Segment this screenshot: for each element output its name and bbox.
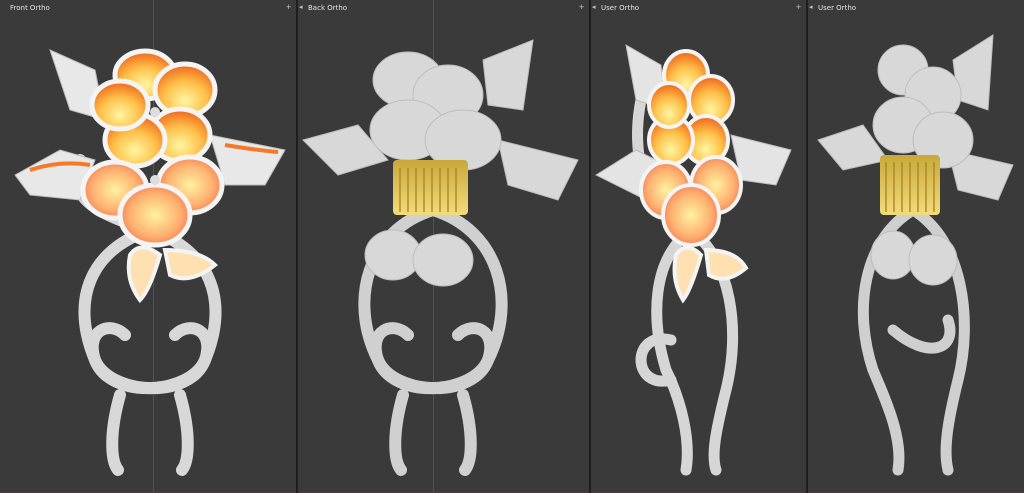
front-model [14,48,286,476]
viewport-front-ortho[interactable]: Front Ortho + [0,0,296,493]
viewport-grid: Front Ortho + ◂ Back Ortho + ◂ User Orth… [0,0,1024,493]
viewport-user-ortho-1[interactable]: ◂ User Ortho + [591,0,806,493]
viewport-user-ortho-2[interactable]: ◂ User Ortho [808,0,1024,493]
viewport-back-ortho[interactable]: ◂ Back Ortho + [298,0,589,493]
back-model [302,39,579,476]
user-model-1 [594,44,792,476]
user-model-2 [817,34,1014,476]
